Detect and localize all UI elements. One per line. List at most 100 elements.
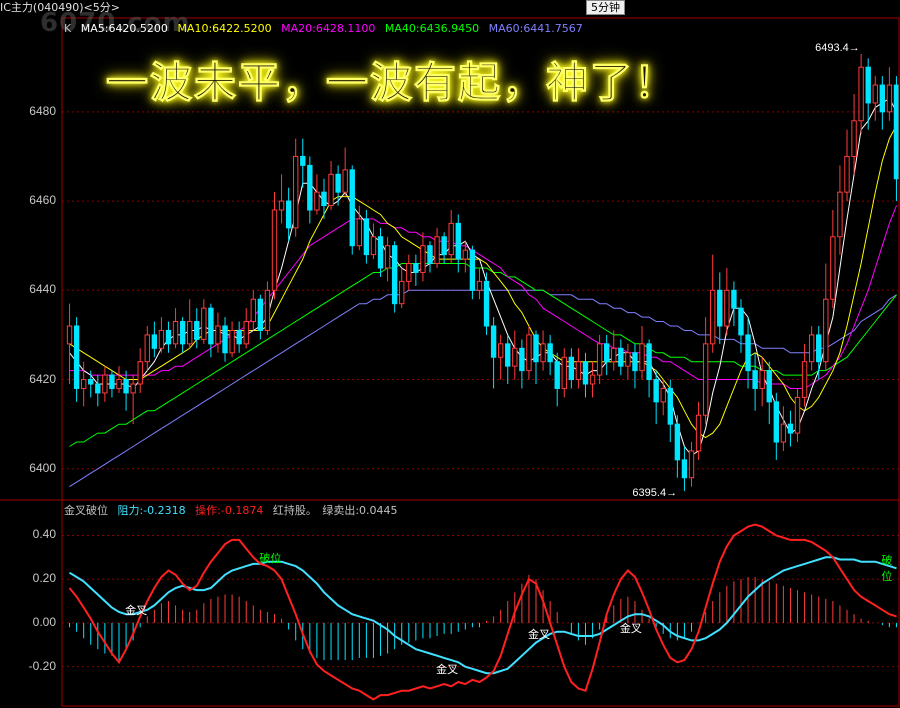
- candle-body-down: [307, 164, 313, 211]
- headline-caption: 一波未平，一波有起，神了！: [105, 58, 679, 107]
- candle-body-up: [851, 120, 857, 157]
- candle-body-up: [660, 387, 666, 403]
- candle-body-up: [596, 343, 603, 376]
- candle-body-up: [886, 84, 893, 113]
- candle-body-down: [731, 289, 737, 309]
- cross-annotation: 破位: [259, 552, 282, 565]
- ind-green-sell: 绿卖出:0.0445: [322, 504, 398, 517]
- indicator-tick-label: 0.40: [32, 527, 56, 542]
- ind-resist: 阻力:-0.2318: [117, 504, 186, 517]
- candle-body-down: [752, 370, 758, 389]
- candle-body-up: [278, 200, 285, 211]
- candle-body-down: [653, 379, 659, 403]
- candle-body-up: [702, 343, 709, 416]
- indicator-legend: 金叉破位 阻力:-0.2318 操作:-0.1874 红持股。 绿卖出:0.04…: [64, 504, 404, 518]
- candle-body-down: [681, 459, 688, 479]
- cross-annotation: 金叉: [528, 629, 550, 642]
- candle-body-up: [243, 321, 249, 345]
- candle-body-up: [271, 209, 278, 291]
- candle-body-up: [399, 280, 405, 305]
- candle-body-up: [759, 370, 765, 389]
- ticker-title: IC主力(040490)<5分>: [0, 1, 120, 14]
- indicator-tick-label: 0.00: [32, 614, 56, 629]
- price-tick-label: 6460: [29, 193, 56, 208]
- candle-body-up: [448, 222, 454, 256]
- candle-body-down: [879, 84, 886, 113]
- candle-body-down: [208, 307, 214, 345]
- candle-body-down: [582, 361, 589, 385]
- candle-body-up: [406, 263, 412, 282]
- candle-body-up: [780, 423, 787, 443]
- candle-body-up: [794, 396, 801, 434]
- price-tick-label: 6420: [29, 371, 56, 386]
- candle-body-down: [667, 387, 673, 425]
- candle-body-down: [865, 66, 871, 104]
- main-legend: K MA5:6420.5200 MA10:6422.5200 MA20:6428…: [64, 22, 589, 36]
- candle-body-down: [519, 347, 525, 372]
- indicator-tick-label: -0.20: [28, 658, 56, 673]
- candle-body-down: [533, 334, 539, 363]
- candle-body-down: [455, 222, 461, 260]
- candle-body-up: [462, 249, 469, 260]
- candle-body-down: [165, 329, 172, 345]
- high-price-marker: 6493.4→: [815, 41, 860, 54]
- candle-body-up: [872, 84, 878, 104]
- candle-body-down: [674, 423, 681, 461]
- candle-body-down: [179, 321, 186, 345]
- candle-body-down: [391, 245, 398, 305]
- candle-body-up: [66, 325, 73, 345]
- candle-body-up: [130, 383, 136, 394]
- candle-body-up: [229, 329, 235, 354]
- indicator-tick-label: 0.20: [32, 571, 56, 586]
- candle-body-up: [137, 361, 143, 385]
- candle-body-down: [646, 343, 652, 381]
- candle-body-up: [844, 155, 850, 193]
- candle-body-up: [639, 343, 645, 372]
- candle-body-down: [490, 325, 497, 358]
- ind-name: 金叉破位: [64, 504, 108, 517]
- candle-body-down: [717, 289, 723, 327]
- candle-body-up: [370, 236, 377, 256]
- candle-body-down: [95, 383, 101, 394]
- candle-body-up: [314, 191, 320, 211]
- candle-body-up: [250, 298, 256, 323]
- candle-body-down: [236, 329, 242, 345]
- candle-body-down: [377, 236, 384, 269]
- candle-body-down: [787, 423, 794, 434]
- candle-body-up: [710, 289, 716, 345]
- candle-body-down: [335, 173, 341, 193]
- candle-body-down: [469, 249, 476, 291]
- candle-body-up: [186, 321, 193, 345]
- candle-body-up: [102, 374, 108, 394]
- price-tick-label: 6400: [29, 460, 56, 475]
- candle-body-up: [589, 374, 596, 385]
- candle-body-up: [823, 298, 829, 363]
- legend-ma5: MA5:6420.5200: [80, 22, 168, 35]
- candle-body-down: [773, 401, 780, 443]
- candle-body-up: [476, 280, 483, 291]
- candle-body-up: [420, 245, 426, 273]
- candle-body-up: [688, 450, 695, 479]
- candle-body-down: [441, 236, 447, 256]
- low-price-marker: 6395.4→: [632, 487, 678, 500]
- candle-body-up: [540, 343, 546, 363]
- candle-body-up: [526, 334, 532, 372]
- candle-body-up: [158, 329, 165, 349]
- candle-body-down: [618, 347, 624, 367]
- ind-op: 操作:-0.1874: [195, 504, 264, 517]
- candle-body-up: [837, 191, 843, 238]
- candle-body-down: [88, 379, 94, 385]
- candle-body-up: [201, 307, 207, 340]
- candle-body-down: [257, 298, 264, 331]
- candle-body-down: [547, 343, 553, 363]
- candle-body-up: [830, 236, 836, 300]
- cross-annotation: 金叉: [436, 664, 459, 677]
- legend-k: K: [64, 22, 72, 35]
- price-tick-label: 6440: [29, 282, 56, 297]
- legend-ma10: MA10:6422.5200: [177, 22, 272, 35]
- candle-body-up: [434, 236, 440, 265]
- candle-body-down: [745, 334, 751, 372]
- period-tab-5min[interactable]: 5分钟: [586, 0, 625, 15]
- candle-body-down: [893, 84, 900, 180]
- candle-body-up: [264, 289, 271, 331]
